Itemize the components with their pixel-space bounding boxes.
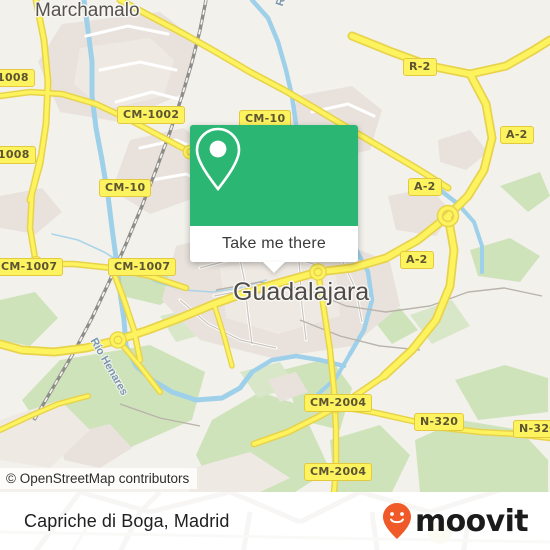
moovit-logo[interactable]: moovit (382, 502, 529, 540)
moovit-map-screenshot: MarchamaloGuadalajara Río HenaresRío Hen… (0, 0, 550, 550)
road-shield: CM-2004 (304, 463, 373, 481)
road-shield: A-2 (408, 178, 442, 196)
road-shield: -1008 (0, 146, 36, 164)
callout-label: Take me there (222, 235, 326, 252)
footer-bar: Capriche di Boga, Madrid moovit (0, 492, 550, 550)
road-shield: CM-1007 (108, 258, 177, 276)
place-label: Guadalajara (233, 278, 370, 306)
moovit-wordmark: moovit (414, 503, 529, 539)
callout-label-panel[interactable]: Take me there (190, 226, 358, 273)
callout-icon-panel (190, 125, 358, 226)
road-shield: R-2 (403, 58, 437, 76)
road-shield: CM-2004 (304, 394, 373, 412)
location-title: Capriche di Boga, Madrid (24, 510, 230, 531)
osm-attribution[interactable]: © OpenStreetMap contributors (0, 468, 198, 489)
map-canvas[interactable]: MarchamaloGuadalajara Río HenaresRío Hen… (0, 0, 550, 492)
road-shield: CM-1007 (0, 258, 64, 276)
road-shield: A-2 (500, 126, 534, 144)
moovit-pin-icon (382, 503, 411, 539)
road-shield: CM-10 (99, 179, 152, 197)
road-shield: CM-1002 (117, 106, 186, 124)
take-me-there-callout[interactable]: Take me there (190, 125, 358, 273)
road-shield: 1008 (0, 69, 35, 87)
road-shield: N-320 (513, 420, 550, 438)
road-shield: N-320 (414, 413, 465, 431)
map-pin-icon (195, 127, 241, 192)
callout-pointer-arrow (263, 262, 285, 273)
road-shield: A-2 (400, 251, 434, 269)
place-label: Marchamalo (35, 0, 140, 21)
